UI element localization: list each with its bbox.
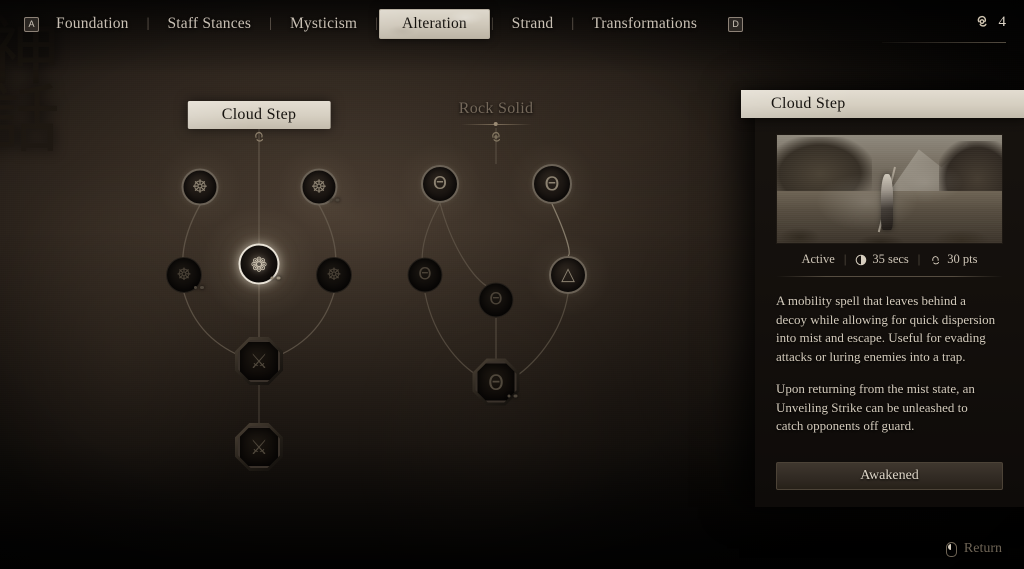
skill-node-cs-far-left[interactable]: ☸ [166, 257, 204, 293]
node-rank-pips [270, 276, 281, 280]
tab-transformations[interactable]: Transformations [575, 11, 714, 37]
skill-preview-image [776, 134, 1003, 244]
skill-node-cs-lower[interactable]: ⚔ [235, 337, 283, 385]
node-glyph-icon: ☸ [191, 176, 209, 197]
stat-type: Active [801, 252, 835, 266]
skill-tree-screen: 神話 A Foundation | Staff Stances | Mysticism |… [0, 0, 1024, 569]
node-glyph-icon: Θ [418, 264, 432, 285]
skill-connections [182, 128, 570, 426]
node-rank-pips [194, 285, 204, 290]
mouse-right-click-icon [945, 541, 957, 557]
tree-title-label: Rock Solid [458, 100, 534, 117]
node-glyph-icon: △ [561, 264, 575, 285]
skill-node-rs-far-right[interactable]: △ [527, 234, 609, 316]
stat-cost: 30 pts [929, 252, 978, 267]
skill-stats: Active | 35 secs | 30 pts [776, 252, 1003, 267]
node-glyph-icon: ☸ [326, 264, 342, 285]
skill-node-rs-center[interactable]: Θ [478, 282, 514, 318]
skill-node-cs-right-top[interactable]: ☸ [278, 146, 360, 228]
node-glyph-icon: Θ [489, 289, 503, 310]
tab-staff-stances[interactable]: Staff Stances [150, 11, 268, 37]
next-category-key[interactable]: D [728, 16, 744, 32]
node-body: Θ [407, 257, 443, 293]
spiral-icon [932, 255, 940, 264]
tab-strand[interactable]: Strand [495, 11, 571, 37]
tree-title-label: Cloud Step [188, 101, 331, 129]
description-paragraph-2: Upon returning from the mist state, an U… [776, 381, 975, 434]
node-glyph-icon: ❁ [250, 252, 268, 276]
skill-node-rs-left-top[interactable]: Θ [399, 143, 481, 225]
currency-underline [882, 42, 1006, 43]
rock-solid-crest-icon [485, 126, 507, 148]
skill-detail-panel: Cloud Step Active | 35 secs | 30 pts A m… [755, 92, 1024, 507]
tab-mysticism[interactable]: Mysticism [273, 11, 374, 37]
node-body: Θ [532, 164, 572, 204]
tab-foundation[interactable]: Foundation [39, 11, 146, 37]
node-rank-pips [507, 394, 518, 398]
awaken-button[interactable]: Awakened [776, 462, 1003, 490]
stat-cooldown-value: 35 secs [872, 252, 909, 266]
triskelion-icon [977, 15, 987, 27]
cloud-step-crest-icon [248, 126, 270, 148]
node-body: Θ [421, 165, 459, 203]
description-paragraph-1: A mobility spell that leaves behind a de… [776, 293, 996, 364]
node-body: ☸ [181, 168, 219, 206]
skill-node-rs-right-top[interactable]: Θ [510, 142, 594, 226]
skill-node-cs-bottom[interactable]: ⚔ [235, 423, 283, 471]
top-navigation-bar: A Foundation | Staff Stances | Mysticism | Alt… [0, 0, 1024, 48]
node-glyph-icon: Θ [432, 173, 448, 194]
skill-node-rs-far-left[interactable]: Θ [407, 257, 443, 293]
skill-tree-canvas[interactable]: Cloud Step Rock Solid ☸ ☸ ❁ ☸ ☸ ⚔ ⚔ Θ Θ … [0, 48, 756, 569]
return-hint[interactable]: Return [945, 541, 1002, 557]
node-body: △ [549, 256, 587, 294]
stat-cost-value: 30 pts [947, 252, 978, 266]
skill-node-cs-center[interactable]: ❁ [202, 207, 316, 321]
spark-count: 4 [998, 13, 1007, 30]
skill-node-cs-far-right[interactable]: ☸ [316, 257, 352, 293]
node-glyph-icon: ☸ [310, 176, 328, 197]
skill-description: A mobility spell that leaves behind a de… [776, 292, 996, 436]
half-moon-icon [856, 254, 867, 265]
panel-divider [776, 276, 1003, 277]
skill-node-cs-left-top[interactable]: ☸ [159, 146, 241, 228]
stat-cooldown: 35 secs [855, 252, 909, 267]
node-glyph-icon: ☸ [176, 264, 192, 285]
node-glyph-icon: ⚔ [250, 435, 268, 459]
node-glyph-icon: Θ [544, 172, 560, 195]
tree-title-cloud-step[interactable]: Cloud Step [188, 101, 331, 129]
node-glyph-icon: ⚔ [250, 349, 268, 373]
node-body: ☸ [316, 257, 352, 293]
tab-alteration[interactable]: Alteration [379, 9, 490, 39]
stat-separator-1: | [843, 252, 847, 266]
node-glyph-icon: Θ [488, 370, 504, 394]
category-tabs: Foundation | Staff Stances | Mysticism | Alter… [39, 9, 714, 39]
node-rank-pips [329, 198, 340, 202]
prev-category-key[interactable]: A [24, 16, 39, 32]
stat-separator-2: | [917, 252, 921, 266]
panel-title: Cloud Step [741, 90, 1024, 118]
tree-title-rock-solid[interactable]: Rock Solid [459, 100, 534, 128]
skill-node-rs-bottom[interactable]: Θ [472, 358, 520, 406]
node-body: Θ [478, 282, 514, 318]
spark-currency: 4 [882, 12, 1007, 43]
return-label: Return [963, 541, 1002, 556]
